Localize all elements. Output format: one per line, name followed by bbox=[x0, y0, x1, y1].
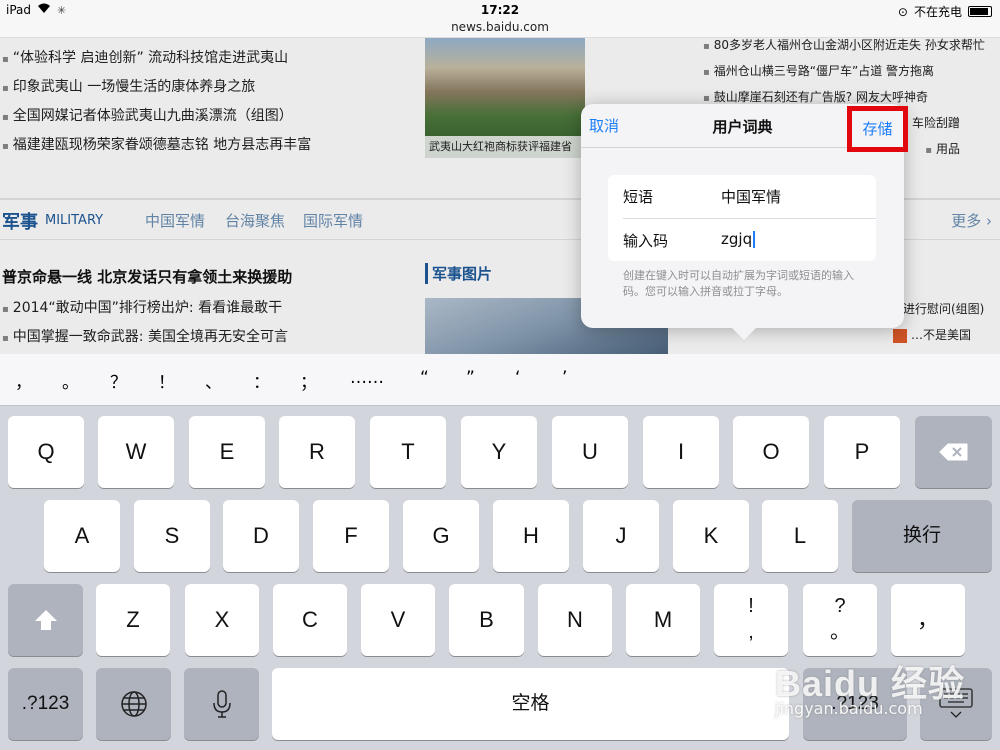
dictation-key[interactable] bbox=[184, 668, 259, 740]
key-z[interactable]: Z bbox=[96, 584, 170, 656]
key-r[interactable]: R bbox=[279, 416, 355, 488]
shift-icon bbox=[34, 610, 57, 630]
microphone-icon bbox=[212, 690, 231, 718]
popover-arrow bbox=[730, 326, 758, 340]
phrase-row[interactable]: 短语 中国军情 bbox=[608, 175, 876, 218]
hint-text: 创建在键入时可以自动扩展为字词或短语的输入码。您可以输入拼音或拉丁字母。 bbox=[623, 269, 854, 298]
shortcut-field[interactable]: zgjq bbox=[721, 230, 756, 248]
key-l[interactable]: L bbox=[762, 500, 838, 572]
phrase-label: 短语 bbox=[623, 188, 654, 206]
punct-key[interactable]: …… bbox=[350, 368, 384, 388]
key-u[interactable]: U bbox=[552, 416, 628, 488]
punct-key[interactable]: ， bbox=[15, 368, 32, 393]
keyboard: ， 。 ？ ！ 、 ： ； …… “ ” ‘ ’ Q W E R T Y U I… bbox=[0, 354, 1000, 750]
shift-key[interactable] bbox=[8, 584, 83, 656]
punct-key[interactable]: 。 bbox=[62, 368, 79, 393]
key-exclamation[interactable]: !, bbox=[714, 584, 788, 656]
key-e[interactable]: E bbox=[189, 416, 265, 488]
key-o[interactable]: O bbox=[733, 416, 809, 488]
key-y[interactable]: Y bbox=[461, 416, 537, 488]
punct-key[interactable]: ” bbox=[466, 368, 475, 388]
key-d[interactable]: D bbox=[223, 500, 299, 572]
punct-key[interactable]: ！ bbox=[158, 368, 175, 393]
key-c[interactable]: C bbox=[273, 584, 347, 656]
punct-key[interactable]: 、 bbox=[205, 368, 222, 393]
key-b[interactable]: B bbox=[449, 584, 524, 656]
key-question[interactable]: ?。 bbox=[803, 584, 877, 656]
save-button[interactable]: 存储 bbox=[847, 106, 908, 152]
user-dictionary-popover: 取消 用户词典 存储 短语 中国军情 输入码 zgjq 创建在键入时可以自动扩展… bbox=[581, 104, 908, 328]
backspace-key[interactable] bbox=[915, 416, 992, 488]
key-h[interactable]: H bbox=[493, 500, 569, 572]
text-cursor bbox=[753, 231, 756, 248]
url-bar[interactable]: news.baidu.com bbox=[0, 20, 1000, 38]
key-comma[interactable]: ， bbox=[891, 584, 965, 656]
phrase-field[interactable]: 中国军情 bbox=[721, 186, 781, 207]
numbers-key-right[interactable]: .?123 bbox=[803, 668, 907, 740]
shortcut-row[interactable]: 输入码 zgjq bbox=[623, 218, 876, 261]
globe-key[interactable] bbox=[96, 668, 171, 740]
key-x[interactable]: X bbox=[185, 584, 259, 656]
key-p[interactable]: P bbox=[824, 416, 900, 488]
key-a[interactable]: A bbox=[44, 500, 120, 572]
space-key[interactable]: 空格 bbox=[272, 668, 789, 740]
dictionary-form: 短语 中国军情 输入码 zgjq bbox=[608, 175, 876, 261]
status-bar: iPad ✳ 17:22 ⊙ 不在充电 bbox=[0, 0, 1000, 20]
key-s[interactable]: S bbox=[134, 500, 210, 572]
lock-rotation-icon: ⊙ bbox=[897, 4, 908, 19]
key-t[interactable]: T bbox=[370, 416, 446, 488]
key-v[interactable]: V bbox=[361, 584, 435, 656]
key-w[interactable]: W bbox=[98, 416, 174, 488]
key-j[interactable]: J bbox=[583, 500, 659, 572]
keyboard-dismiss-icon bbox=[939, 688, 973, 718]
punct-key[interactable]: ’ bbox=[562, 368, 567, 388]
dismiss-keyboard-key[interactable] bbox=[920, 668, 992, 740]
clock: 17:22 bbox=[480, 3, 520, 17]
key-f[interactable]: F bbox=[313, 500, 389, 572]
key-k[interactable]: K bbox=[673, 500, 749, 572]
key-g[interactable]: G bbox=[403, 500, 479, 572]
key-m[interactable]: M bbox=[626, 584, 700, 656]
shortcut-label: 输入码 bbox=[623, 232, 669, 250]
punct-key[interactable]: ； bbox=[300, 368, 317, 393]
punctuation-bar: ， 。 ？ ！ 、 ： ； …… “ ” ‘ ’ bbox=[0, 354, 1000, 406]
punct-key[interactable]: ： bbox=[253, 368, 270, 393]
charging-status: 不在充电 bbox=[913, 5, 962, 19]
punct-key[interactable]: ‘ bbox=[515, 368, 520, 388]
backspace-icon bbox=[938, 443, 967, 461]
return-key[interactable]: 换行 bbox=[852, 500, 992, 572]
key-q[interactable]: Q bbox=[8, 416, 84, 488]
key-n[interactable]: N bbox=[538, 584, 612, 656]
numbers-key[interactable]: .?123 bbox=[8, 668, 83, 740]
battery-icon bbox=[968, 6, 992, 17]
punct-key[interactable]: “ bbox=[420, 368, 429, 388]
key-i[interactable]: I bbox=[643, 416, 719, 488]
globe-icon bbox=[120, 691, 147, 717]
punct-key[interactable]: ？ bbox=[110, 368, 127, 393]
cancel-button[interactable]: 取消 bbox=[589, 115, 619, 136]
